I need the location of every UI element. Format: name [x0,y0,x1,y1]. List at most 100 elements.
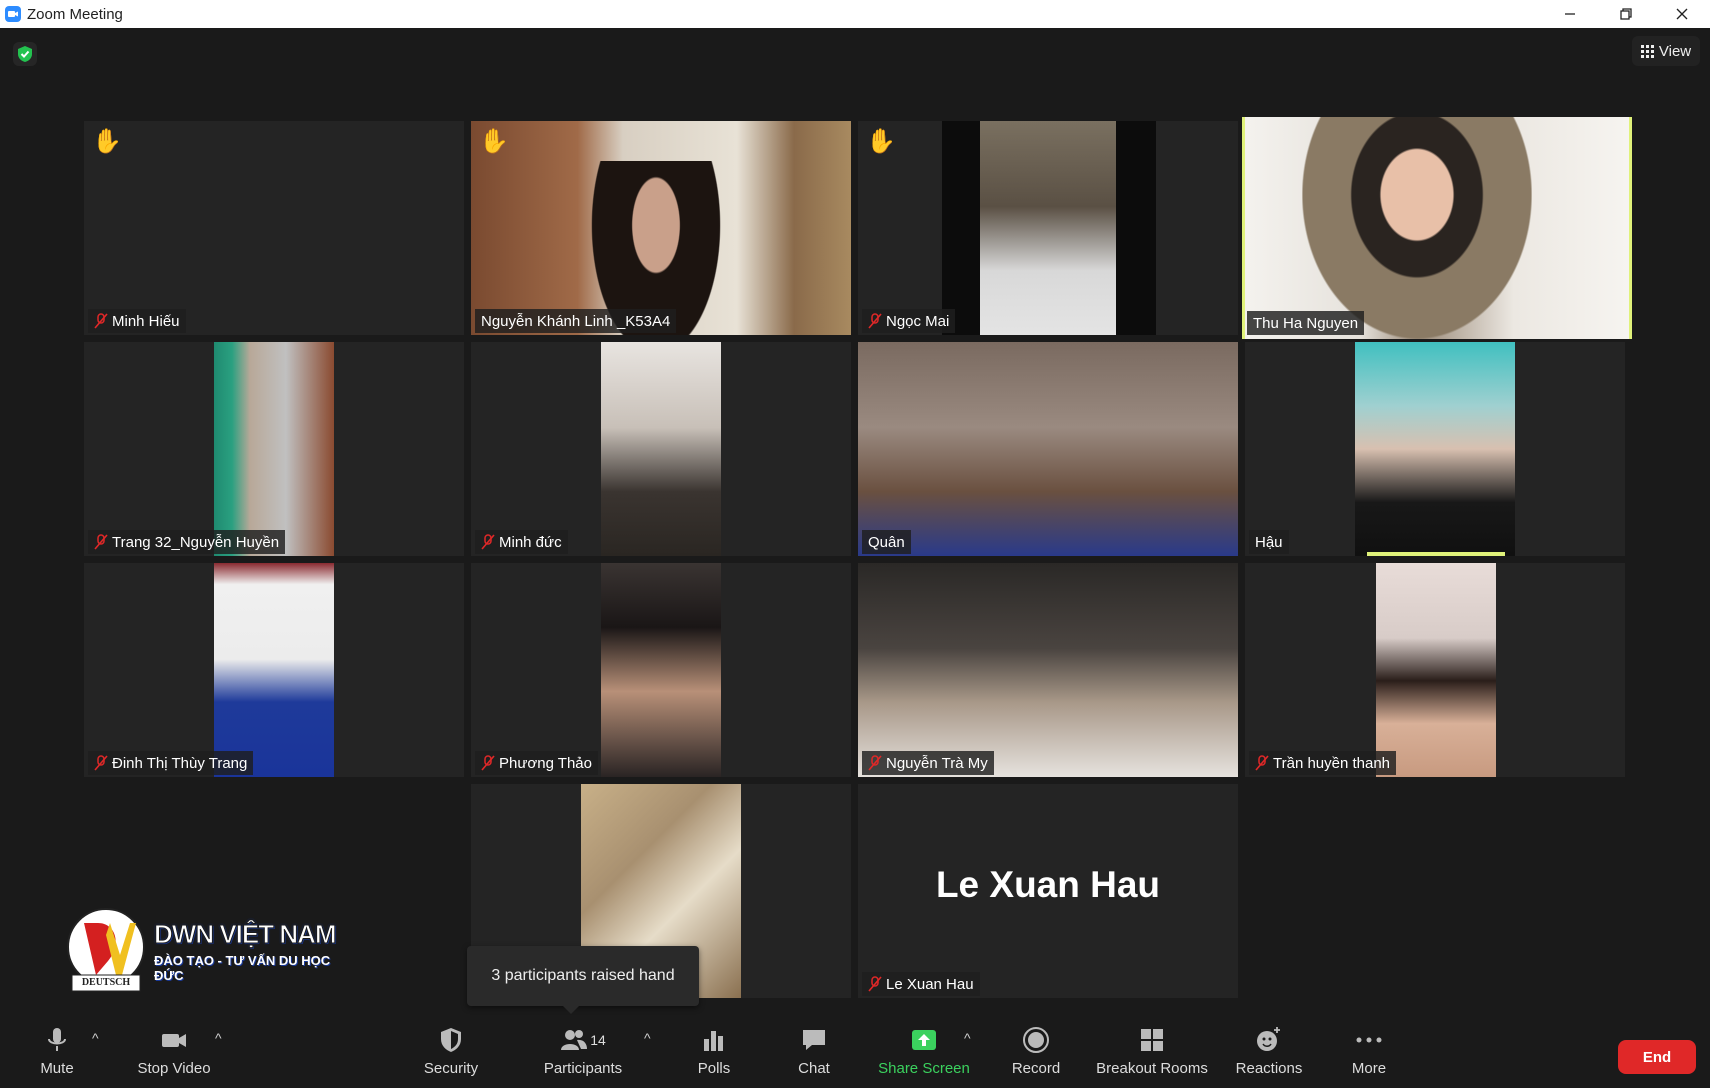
meeting-toolbar: Mute ^ Stop Video ^ Security 14 Particip… [0,1018,1710,1088]
chat-label: Chat [798,1060,830,1077]
participant-label: Minh Hiếu [88,309,186,333]
minimize-button[interactable] [1542,0,1598,28]
video-camera-icon [162,1034,186,1047]
audio-options-caret[interactable]: ^ [92,1030,99,1046]
muted-mic-icon [868,976,882,992]
participant-name: Phương Thảo [499,754,592,772]
chat-bubble-icon [803,1030,825,1050]
microphone-icon [48,1028,66,1051]
view-button[interactable]: View [1632,36,1700,66]
more-button[interactable]: More [1350,1024,1388,1084]
participant-label: Ngọc Mai [862,309,956,333]
video-tile[interactable]: Trần huyền thanh [1245,563,1625,777]
video-options-caret[interactable]: ^ [215,1030,222,1046]
participant-label: Nguyễn Khánh Linh _K53A4 [475,309,677,333]
restore-button[interactable] [1598,0,1654,28]
video-feed-inner [980,121,1116,335]
raised-hand-icon: ✋ [92,128,122,155]
video-tile[interactable]: Quân [858,342,1238,556]
participant-label: Le Xuan Hau [862,972,980,996]
muted-mic-icon [481,534,495,550]
video-tile[interactable]: Minh đức [471,342,851,556]
participant-label: Thu Ha Nguyen [1247,311,1365,335]
video-tile[interactable]: Hậu [1245,342,1625,556]
video-feed [1355,342,1515,556]
muted-mic-icon [868,313,882,329]
raised-hand-tooltip: 3 participants raised hand [467,946,699,1014]
participant-name: Minh đức [499,533,562,551]
video-tile[interactable]: Nguyễn Trà My [858,563,1238,777]
polls-button[interactable]: Polls [694,1024,734,1084]
participants-options-caret[interactable]: ^ [644,1030,651,1046]
window-title: Zoom Meeting [27,5,123,23]
video-feed [214,563,334,777]
video-tile[interactable]: ✋ Minh Hiếu [84,121,464,335]
participants-button[interactable]: 14 Participants [540,1024,626,1084]
video-tile[interactable]: Trang 32_Nguyễn Huyền [84,342,464,556]
raised-hand-icon: ✋ [866,128,896,155]
record-icon [1023,1027,1049,1053]
participant-label: Minh đức [475,530,568,554]
muted-mic-icon [868,755,882,771]
video-feed [601,563,721,777]
stop-video-label: Stop Video [137,1060,211,1077]
close-button[interactable] [1654,0,1710,28]
share-options-caret[interactable]: ^ [964,1030,971,1046]
bar-chart-icon [704,1031,723,1051]
video-feed [1376,563,1496,777]
more-label: More [1351,1060,1387,1077]
chat-button[interactable]: Chat [794,1024,834,1084]
stop-video-button[interactable]: Stop Video [134,1024,214,1084]
participants-icon [561,1030,588,1050]
audio-level-bar [1367,552,1505,556]
shield-icon [441,1028,461,1052]
participant-name: Minh Hiếu [112,312,180,330]
reactions-button[interactable]: Reactions [1236,1024,1302,1084]
video-tile[interactable]: Đinh Thị Thùy Trang [84,563,464,777]
record-label: Record [1011,1060,1061,1077]
participant-label: Đinh Thị Thùy Trang [88,751,254,775]
dwn-logo: DEUTSCH DWN VIỆT NAM ĐÀO TẠO - TƯ VẤN DU… [62,905,362,995]
mute-button[interactable]: Mute [36,1024,78,1084]
video-tile-no-video[interactable]: Le Xuan Hau Le Xuan Hau [858,784,1238,998]
end-meeting-button[interactable]: End [1618,1040,1696,1074]
video-feed [214,342,334,556]
video-tile[interactable]: ✋ Ngọc Mai [858,121,1238,335]
zoom-app-icon [5,6,21,22]
muted-mic-icon [481,755,495,771]
participant-name: Ngọc Mai [886,312,950,330]
muted-mic-icon [94,755,108,771]
logo-brand: DWN VIỆT NAM [154,919,338,950]
share-screen-button[interactable]: Share Screen [878,1024,970,1084]
participant-name: Trang 32_Nguyễn Huyền [112,533,280,551]
reactions-label: Reactions [1235,1060,1303,1077]
share-screen-icon [912,1030,936,1050]
participant-label: Phương Thảo [475,751,598,775]
participant-name: Nguyễn Trà My [886,754,988,772]
logo-seal-text: DEUTSCH [81,977,131,988]
video-tile-active-speaker[interactable]: Thu Ha Nguyen [1242,117,1632,339]
record-button[interactable]: Record [1010,1024,1062,1084]
participant-name: Le Xuan Hau [886,975,974,993]
participant-label: Trang 32_Nguyễn Huyền [88,530,286,554]
raised-hand-icon: ✋ [479,128,509,155]
muted-mic-icon [94,534,108,550]
participants-count: 14 [590,1032,606,1048]
muted-mic-icon [1255,755,1269,771]
grid-icon [1640,44,1654,58]
video-tile[interactable]: ✋ Nguyễn Khánh Linh _K53A4 [471,121,851,335]
title-bar: Zoom Meeting [0,0,1710,28]
share-screen-label: Share Screen [878,1060,970,1077]
logo-tagline: ĐÀO TẠO - TƯ VẤN DU HỌC ĐỨC [154,953,331,983]
video-tile[interactable]: Phương Thảo [471,563,851,777]
view-label: View [1658,42,1692,60]
meeting-area: View ✋ Minh Hiếu ✋ Nguyễn Khánh Linh _K5… [0,28,1710,1018]
participant-label: Quân [862,530,911,554]
polls-label: Polls [697,1060,731,1077]
participants-label: Participants [543,1060,623,1077]
participant-name: Thu Ha Nguyen [1253,314,1359,332]
security-button[interactable]: Security [420,1024,482,1084]
breakout-rooms-button[interactable]: Breakout Rooms [1094,1024,1210,1084]
encryption-shield-icon[interactable] [13,42,37,66]
breakout-rooms-label: Breakout Rooms [1096,1060,1208,1077]
